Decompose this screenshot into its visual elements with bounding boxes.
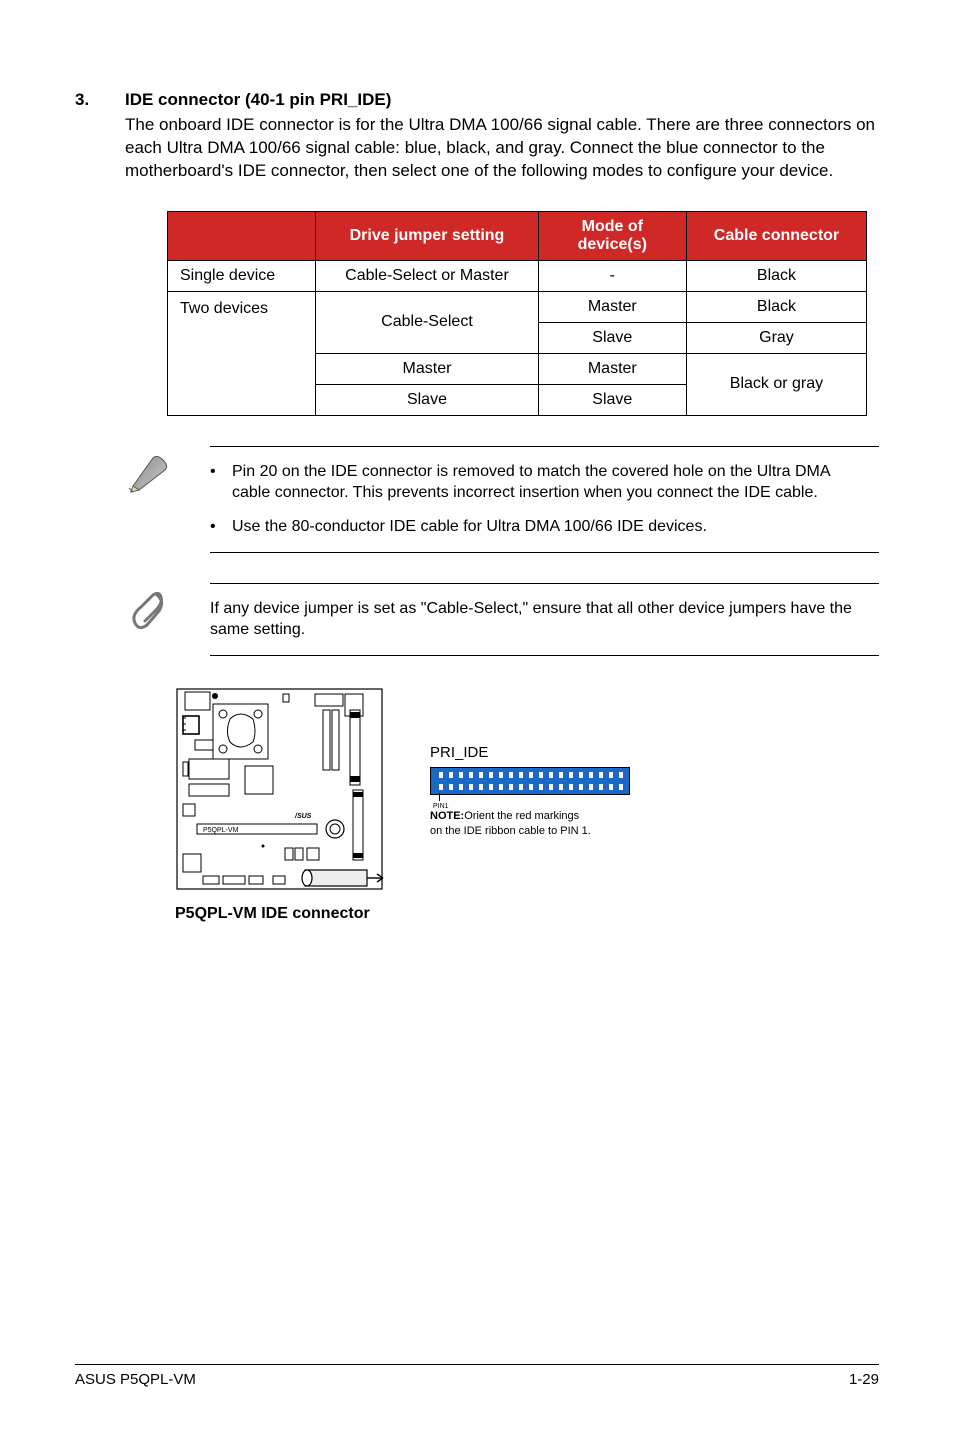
mobo-label-text: P5QPL-VM: [203, 827, 239, 834]
note-text: If any device jumper is set as "Cable-Se…: [210, 583, 879, 656]
cell: Gray: [686, 322, 866, 353]
note-bold: NOTE:: [430, 810, 464, 822]
th-cable: Cable connector: [686, 211, 866, 260]
th-empty: [168, 211, 316, 260]
footer-left: ASUS P5QPL-VM: [75, 1371, 196, 1388]
cell: Slave: [316, 384, 538, 415]
note-line1: Orient the red markings: [464, 810, 579, 822]
cell: Single device: [168, 260, 316, 291]
table-row: Two devices Cable-Select Master Black: [168, 291, 867, 322]
cell: Black: [686, 260, 866, 291]
diagram: P5QPL-VM /SUS PRI_IDE: [175, 684, 879, 899]
section-body: The onboard IDE connector is for the Ult…: [125, 114, 879, 183]
table-row: Single device Cable-Select or Master - B…: [168, 260, 867, 291]
note-line2: on the IDE ribbon cable to PIN 1.: [430, 825, 591, 837]
pencil-icon: [125, 446, 210, 553]
page-footer: ASUS P5QPL-VM 1-29: [75, 1364, 879, 1388]
section-number: 3.: [75, 90, 89, 110]
ide-connector-graphic: PIN1: [430, 767, 630, 795]
svg-text:/SUS: /SUS: [294, 813, 312, 820]
cell: Master: [538, 353, 686, 384]
diagram-caption: P5QPL-VM IDE connector: [175, 905, 879, 923]
cell: Master: [538, 291, 686, 322]
cell: Black or gray: [686, 353, 866, 415]
config-table: Drive jumper setting Mode of device(s) C…: [167, 211, 879, 416]
note-item: Pin 20 on the IDE connector is removed t…: [232, 461, 869, 504]
cell: Slave: [538, 384, 686, 415]
pri-ide-label: PRI_IDE: [430, 744, 630, 761]
cell: Slave: [538, 322, 686, 353]
ide-connector-detail: PRI_IDE PIN1 NOTE:Orient the red marking…: [430, 744, 630, 838]
cell: Cable-Select: [316, 291, 538, 353]
cell: Cable-Select or Master: [316, 260, 538, 291]
cell: Black: [686, 291, 866, 322]
note-item: Use the 80-conductor IDE cable for Ultra…: [232, 516, 869, 538]
cell: Master: [316, 353, 538, 384]
diagram-note: NOTE:Orient the red markings on the IDE …: [430, 809, 630, 838]
cell: -: [538, 260, 686, 291]
cell: Two devices: [168, 291, 316, 415]
paperclip-icon: [125, 583, 210, 656]
th-drive-jumper: Drive jumper setting: [316, 211, 538, 260]
th-mode: Mode of device(s): [538, 211, 686, 260]
note-pencil: Pin 20 on the IDE connector is removed t…: [125, 446, 879, 553]
note-paperclip: If any device jumper is set as "Cable-Se…: [125, 583, 879, 656]
pin1-label: PIN1: [433, 803, 449, 810]
footer-right: 1-29: [849, 1371, 879, 1388]
section-heading: IDE connector (40-1 pin PRI_IDE): [125, 90, 879, 110]
motherboard-diagram: P5QPL-VM /SUS: [175, 684, 390, 899]
